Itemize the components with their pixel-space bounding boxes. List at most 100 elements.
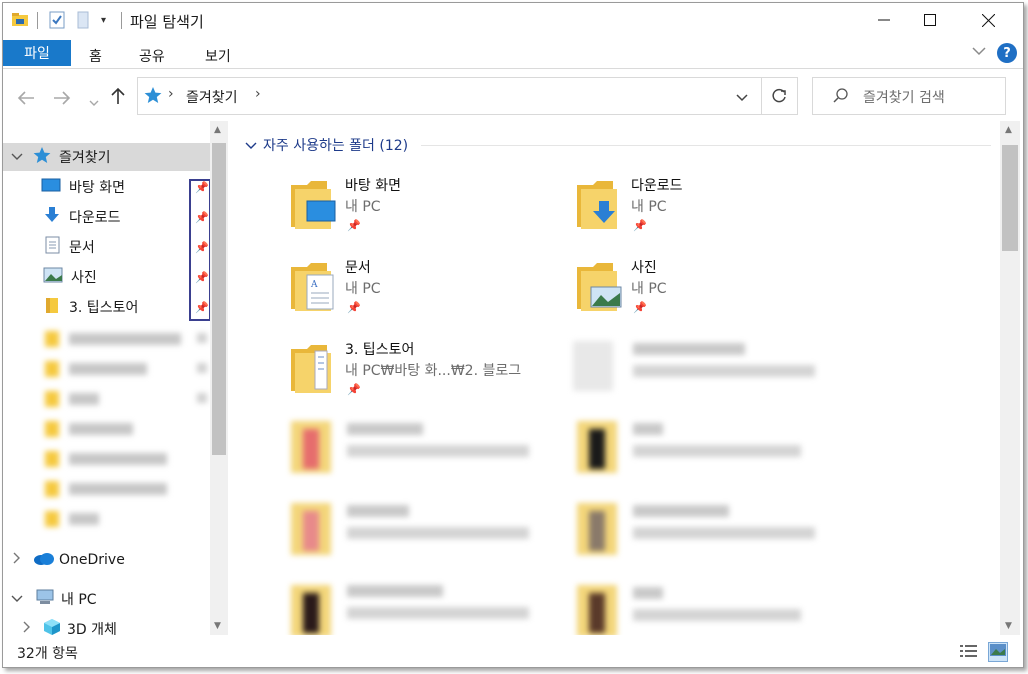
window-title: 파일 탐색기 — [130, 13, 204, 31]
folder-icon — [45, 296, 59, 318]
chevron-down-icon[interactable] — [11, 149, 27, 165]
pin-icon[interactable]: 📌 — [195, 181, 209, 194]
sidebar-item-documents[interactable]: 문서 — [3, 233, 95, 261]
sidebar-item-quick-access[interactable]: 즐겨찾기 — [3, 143, 210, 171]
new-folder-icon[interactable] — [77, 11, 89, 33]
forward-icon[interactable] — [53, 86, 71, 110]
documents-folder-icon: A — [291, 263, 334, 311]
file-explorer-window: ▾ 파일 탐색기 파일 홈 공유 보기 ? › 즐겨찾기 › 즐겨찾기 검색 즐… — [2, 2, 1024, 668]
content-scroll-thumb[interactable] — [1002, 145, 1018, 251]
folder-tile-desktop[interactable]: 바탕 화면 내 PC 📌 — [289, 175, 569, 247]
pin-icon[interactable]: 📌 — [195, 241, 209, 254]
sidebar-item-label: OneDrive — [59, 552, 125, 568]
pin-icon[interactable]: 📌 — [195, 271, 209, 284]
breadcrumb-chevron-icon: › — [168, 86, 174, 102]
group-header-frequent-folders[interactable]: 자주 사용하는 폴더 (12) — [245, 135, 408, 155]
svg-text:A: A — [310, 280, 318, 290]
scroll-down-icon[interactable]: ▼ — [214, 621, 221, 631]
tile-name: 문서 — [345, 260, 371, 276]
folder-tile-tipstore[interactable]: 3. 팁스토어 내 PC₩바탕 화...₩2. 블로그 📌 — [289, 339, 569, 411]
star-icon — [33, 146, 51, 168]
breadcrumb-quick-access[interactable]: 즐겨찾기 — [186, 87, 238, 107]
chevron-down-icon — [245, 142, 257, 149]
cloud-icon — [33, 551, 55, 569]
customize-toolbar-icon[interactable]: ▾ — [101, 15, 106, 26]
tile-name: 바탕 화면 — [345, 178, 401, 194]
scroll-up-icon[interactable]: ▲ — [214, 125, 221, 135]
desktop-folder-icon — [291, 181, 336, 229]
search-placeholder: 즐겨찾기 검색 — [863, 90, 945, 106]
sidebar-item-label: 즐겨찾기 — [59, 150, 111, 166]
large-icons-view-icon[interactable] — [988, 642, 1008, 662]
tile-location: 내 PC — [345, 281, 381, 297]
sidebar-item-label: 다운로드 — [69, 210, 121, 226]
ribbon-tabs: 파일 홈 공유 보기 ? — [3, 38, 1023, 69]
chevron-right-icon[interactable] — [23, 621, 39, 635]
breadcrumb-chevron-icon: › — [255, 86, 261, 102]
tile-name: 사진 — [631, 260, 657, 276]
minimize-button[interactable] — [861, 3, 907, 37]
search-box[interactable]: 즐겨찾기 검색 — [812, 77, 1006, 115]
sidebar-item-this-pc[interactable]: 내 PC — [3, 585, 97, 613]
document-icon — [45, 236, 61, 258]
tab-view[interactable]: 보기 — [205, 46, 231, 66]
sidebar-item-downloads[interactable]: 다운로드 — [3, 203, 121, 231]
sidebar-item-label: 바탕 화면 — [69, 180, 125, 196]
cube-icon — [43, 618, 61, 635]
search-icon — [833, 87, 849, 107]
address-dropdown-icon[interactable] — [736, 90, 748, 106]
pictures-folder-icon — [577, 263, 622, 311]
tipstore-folder-icon — [291, 345, 331, 393]
pin-icon[interactable]: 📌 — [195, 211, 209, 224]
tab-file[interactable]: 파일 — [3, 40, 71, 66]
sidebar-item-pictures[interactable]: 사진 — [3, 263, 97, 291]
desktop-icon — [41, 177, 61, 197]
scroll-up-icon[interactable]: ▲ — [1005, 125, 1012, 135]
properties-icon[interactable] — [49, 11, 65, 33]
maximize-button[interactable] — [907, 3, 953, 37]
expand-ribbon-icon[interactable] — [972, 44, 986, 60]
tile-name: 다운로드 — [631, 178, 683, 194]
navigation-bar: › 즐겨찾기 › 즐겨찾기 검색 — [3, 69, 1023, 129]
help-button[interactable]: ? — [997, 43, 1017, 63]
download-icon — [43, 206, 61, 228]
up-icon[interactable] — [111, 86, 125, 110]
recent-locations-icon[interactable] — [89, 89, 99, 113]
folder-tile-pictures[interactable]: 사진 내 PC 📌 — [575, 257, 855, 329]
sidebar-item-3d-objects[interactable]: 3D 개체 — [3, 615, 117, 635]
back-icon[interactable] — [17, 86, 35, 110]
scroll-down-icon[interactable]: ▼ — [1005, 621, 1012, 631]
pin-icon: 📌 — [347, 219, 361, 232]
refresh-icon — [772, 88, 786, 103]
item-count: 32개 항목 — [17, 646, 78, 662]
folder-tile-downloads[interactable]: 다운로드 내 PC 📌 — [575, 175, 855, 247]
downloads-folder-icon — [577, 181, 617, 229]
folder-tile-documents[interactable]: A 문서 내 PC 📌 — [289, 257, 569, 329]
sidebar-item-desktop[interactable]: 바탕 화면 — [3, 173, 125, 201]
picture-icon — [43, 267, 63, 287]
pin-icon: 📌 — [347, 383, 361, 396]
navigation-scroll-thumb[interactable] — [212, 143, 226, 455]
chevron-right-icon[interactable] — [13, 552, 29, 568]
sidebar-item-label: 문서 — [69, 240, 95, 256]
group-divider — [421, 145, 991, 146]
sidebar-item-label: 사진 — [71, 270, 97, 286]
tab-home[interactable]: 홈 — [89, 46, 102, 66]
sidebar-item-onedrive[interactable]: OneDrive — [3, 546, 125, 574]
tile-location: 내 PC — [631, 199, 667, 215]
address-bar[interactable]: › 즐겨찾기 › — [137, 77, 762, 115]
star-icon — [144, 86, 162, 108]
sidebar-item-label: 3. 팁스토어 — [69, 300, 139, 316]
pin-icon[interactable]: 📌 — [195, 301, 209, 314]
explorer-app-icon — [11, 11, 29, 31]
refresh-button[interactable] — [761, 77, 798, 115]
computer-icon — [35, 589, 55, 609]
title-bar: ▾ 파일 탐색기 — [3, 3, 1023, 37]
status-bar: 32개 항목 — [3, 637, 1023, 665]
close-button[interactable] — [965, 3, 1011, 37]
details-view-icon[interactable] — [960, 644, 978, 662]
sidebar-item-tipstore[interactable]: 3. 팁스토어 — [3, 293, 138, 321]
tab-share[interactable]: 공유 — [139, 46, 165, 66]
chevron-down-icon[interactable] — [11, 591, 27, 607]
tile-location: 내 PC₩바탕 화...₩2. 블로그 — [345, 363, 522, 379]
